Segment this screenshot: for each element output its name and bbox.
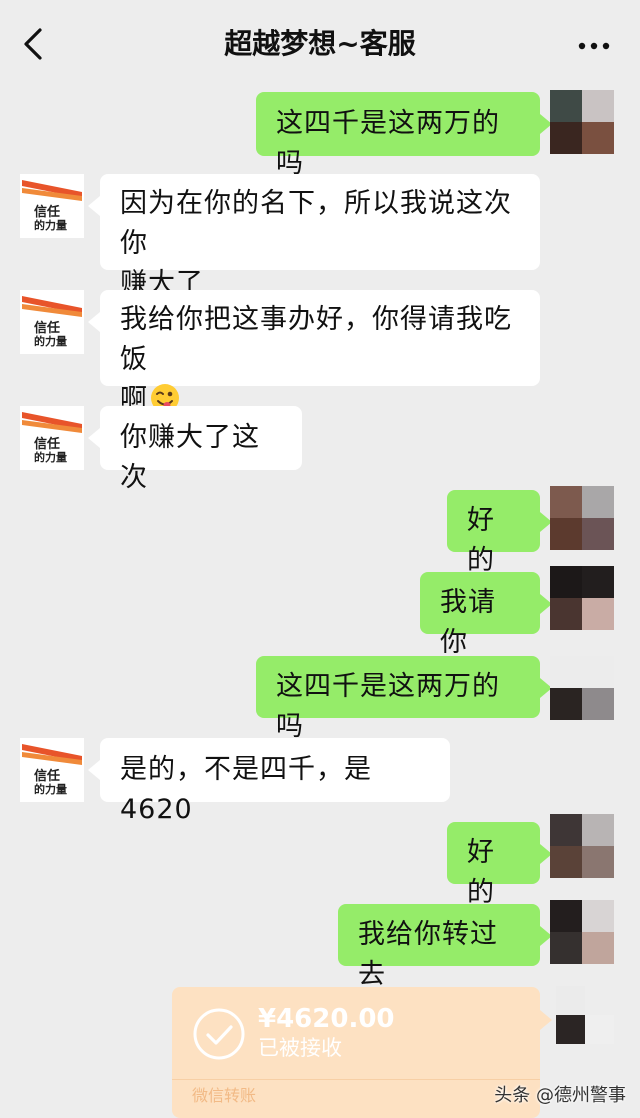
message-text: 好的: [467, 505, 495, 576]
transfer-divider: [172, 1079, 540, 1080]
service-avatar[interactable]: 信任 的力量: [20, 290, 84, 354]
user-avatar[interactable]: [550, 656, 614, 720]
transfer-tail: [540, 1010, 552, 1030]
brand-text-1: 信任: [34, 204, 60, 220]
message-outgoing[interactable]: 我给你转过去: [338, 904, 552, 990]
service-avatar[interactable]: 信任 的力量: [20, 174, 84, 238]
brand-text-2: 的力量: [34, 450, 67, 464]
transfer-status: 已被接收: [258, 1036, 342, 1060]
user-avatar[interactable]: [550, 90, 614, 154]
message-text: 你赚大了这次: [120, 422, 260, 493]
service-avatar[interactable]: 信任 的力量: [20, 738, 84, 802]
chat-title: 超越梦想~客服: [224, 27, 416, 60]
user-avatar[interactable]: [550, 486, 614, 550]
message-incoming[interactable]: 因为在你的名下，所以我说这次你 赚大了: [88, 174, 540, 299]
transfer-card[interactable]: ¥4620.00 已被接收 微信转账: [172, 987, 540, 1118]
service-avatar[interactable]: 信任 的力量: [20, 406, 84, 470]
brand-text-1: 信任: [34, 320, 60, 336]
check-circle-icon: [193, 1008, 245, 1060]
message-outgoing[interactable]: 好的: [447, 490, 552, 576]
user-avatar[interactable]: [550, 814, 614, 878]
message-incoming[interactable]: 你赚大了这次: [88, 406, 302, 493]
message-text: 我给你转过去: [358, 919, 498, 990]
message-outgoing[interactable]: 这四千是这两万的吗: [256, 92, 552, 179]
chat-header: 超越梦想~客服: [0, 0, 640, 88]
message-text: 这四千是这两万的吗: [276, 108, 500, 179]
message-incoming[interactable]: 我给你把这事办好，你得请我吃饭 啊: [88, 290, 540, 415]
brand-text-2: 的力量: [34, 218, 67, 232]
message-text: 是的，不是四千，是 4620: [120, 754, 372, 825]
message-text: 我给你把这事办好，你得请我吃饭: [120, 304, 512, 375]
message-outgoing[interactable]: 我请你: [420, 572, 552, 658]
message-incoming[interactable]: 是的，不是四千，是 4620: [88, 738, 450, 825]
brand-text-2: 的力量: [34, 782, 67, 796]
user-avatar[interactable]: [550, 900, 614, 964]
user-avatar[interactable]: [550, 566, 614, 630]
message-outgoing[interactable]: 这四千是这两万的吗: [256, 656, 552, 742]
brand-text-1: 信任: [34, 768, 60, 784]
message-text: 好的: [467, 837, 495, 908]
transfer-label: 微信转账: [192, 1086, 257, 1105]
message-outgoing[interactable]: 好的: [447, 822, 552, 908]
more-dots-icon[interactable]: [576, 28, 612, 64]
user-avatar[interactable]: [556, 986, 614, 1044]
watermark: 头条 @德州警事: [494, 1085, 626, 1106]
message-text: 我请你: [440, 587, 496, 658]
message-text: 这四千是这两万的吗: [276, 671, 500, 742]
message-text: 因为在你的名下，所以我说这次你: [120, 188, 512, 259]
brand-text-2: 的力量: [34, 334, 67, 348]
brand-text-1: 信任: [34, 436, 60, 452]
transfer-amount: ¥4620.00: [258, 1004, 395, 1034]
